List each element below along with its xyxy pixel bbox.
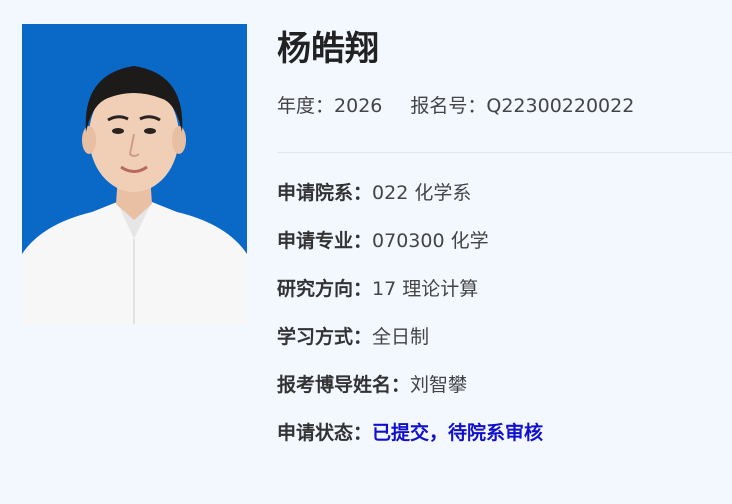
applicant-name: 杨皓翔	[277, 29, 379, 69]
field-major: 申请专业：070300 化学	[277, 227, 732, 255]
registration-number: Q22300220022	[486, 95, 635, 117]
field-label: 申请院系：	[277, 182, 373, 204]
registration-label: 报名号：	[410, 95, 487, 117]
year-value: 2026	[334, 95, 383, 117]
field-application-status: 申请状态：已提交，待院系审核	[277, 419, 732, 447]
field-study-mode: 学习方式：全日制	[277, 323, 732, 351]
year-label: 年度：	[277, 95, 335, 117]
field-value: 全日制	[372, 326, 430, 348]
field-label: 申请专业：	[277, 230, 373, 252]
field-value: 17 理论计算	[372, 278, 479, 300]
field-label: 学习方式：	[277, 326, 373, 348]
field-label: 申请状态：	[277, 422, 373, 444]
field-department: 申请院系：022 化学系	[277, 179, 732, 207]
field-value: 022 化学系	[372, 182, 472, 204]
divider	[277, 152, 732, 153]
field-research-direction: 研究方向：17 理论计算	[277, 275, 732, 303]
application-fields: 申请院系：022 化学系 申请专业：070300 化学 研究方向：17 理论计算…	[277, 179, 732, 447]
applicant-info: 杨皓翔 年度：2026 报名号：Q22300220022 申请院系：022 化学系…	[277, 24, 732, 467]
field-supervisor: 报考博导姓名：刘智攀	[277, 371, 732, 399]
portrait-image	[22, 24, 247, 324]
applicant-photo	[22, 24, 247, 324]
field-value: 070300 化学	[372, 230, 489, 252]
field-label: 研究方向：	[277, 278, 373, 300]
field-label: 报考博导姓名：	[277, 374, 411, 396]
field-value: 刘智攀	[410, 374, 468, 396]
status-value: 已提交，待院系审核	[372, 422, 544, 444]
meta-row: 年度：2026 报名号：Q22300220022	[277, 92, 732, 120]
